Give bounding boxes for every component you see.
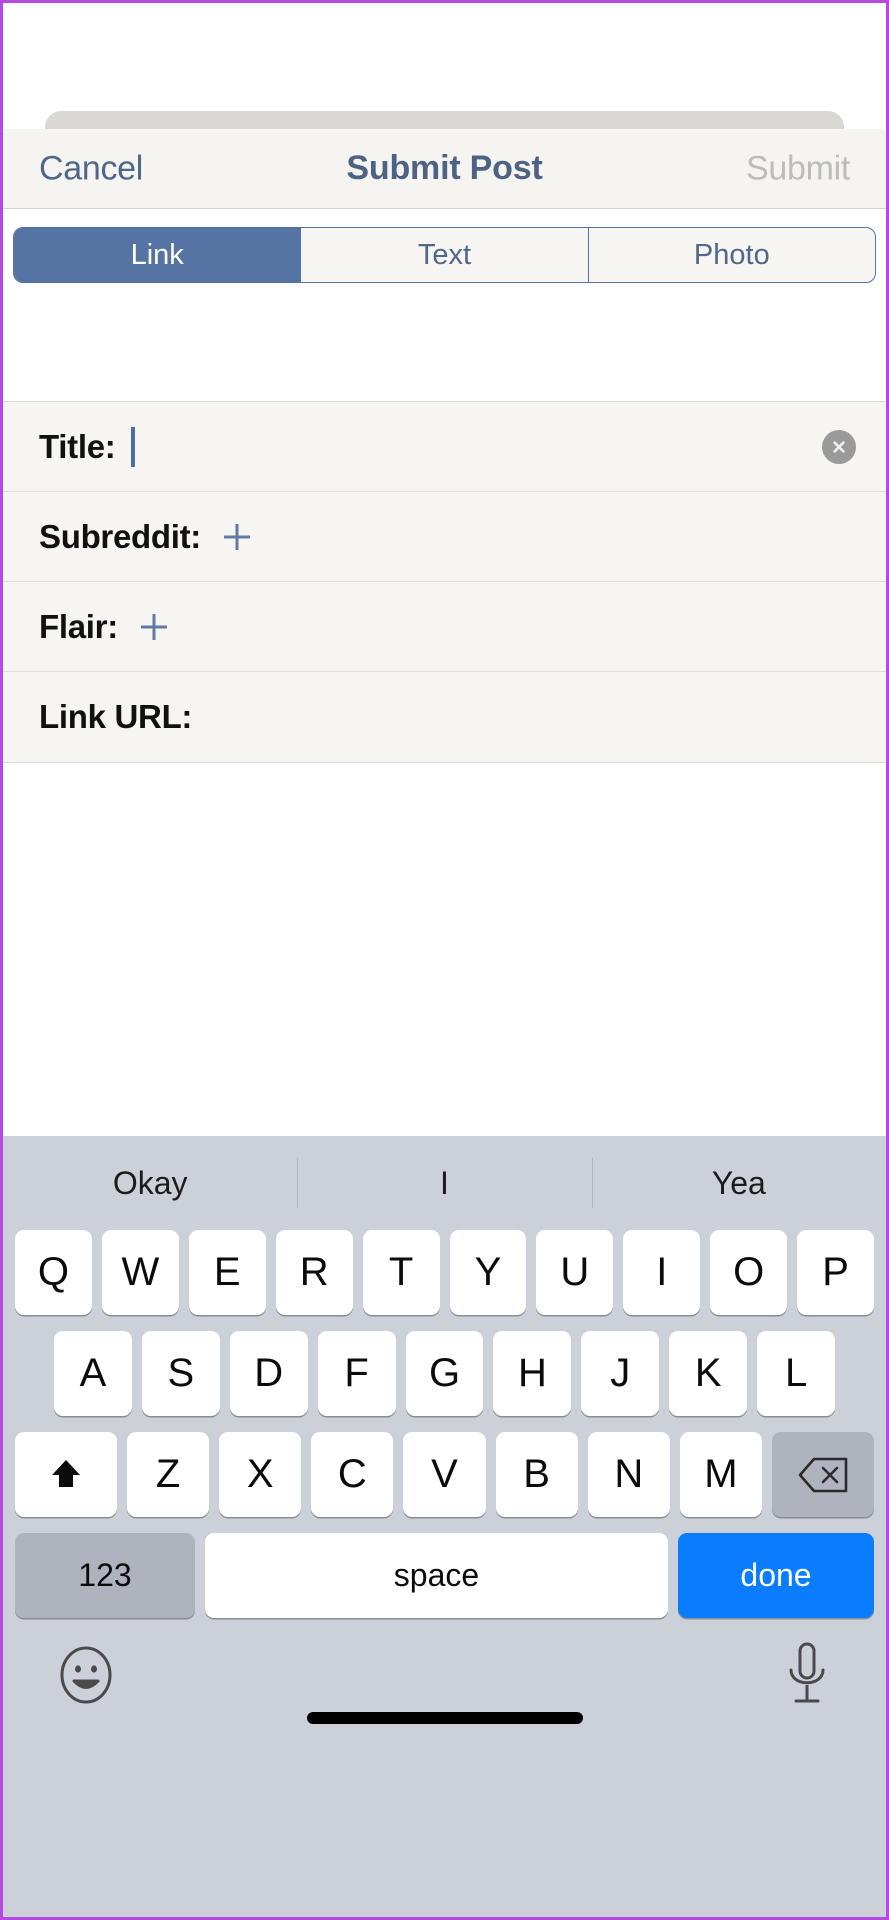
key-w[interactable]: W (101, 1230, 179, 1315)
title-field-label: Title: (39, 427, 116, 465)
post-form: Title: Subreddit: Flair: Link URL: (3, 401, 886, 763)
key-a[interactable]: A (54, 1331, 132, 1416)
flair-field-label: Flair: (39, 607, 118, 645)
key-v[interactable]: V (403, 1432, 486, 1517)
home-indicator (306, 1712, 583, 1724)
key-d[interactable]: D (229, 1331, 308, 1416)
suggestion-2[interactable]: I (297, 1165, 591, 1202)
subreddit-field-label: Subreddit: (39, 517, 201, 555)
key-y[interactable]: Y (449, 1230, 527, 1315)
emoji-smiley-icon[interactable] (55, 1644, 117, 1706)
title-field-row[interactable]: Title: (3, 402, 886, 492)
key-n[interactable]: N (587, 1432, 670, 1517)
keyboard-row-2: A S D F G H J K L (3, 1331, 886, 1416)
keyboard-row-1: Q W E R T Y U I O P (3, 1230, 886, 1315)
segment-photo[interactable]: Photo (587, 228, 875, 282)
numbers-mode-key[interactable]: 123 (15, 1533, 195, 1618)
modal-navigation-bar: Cancel Submit Post Submit (3, 129, 886, 209)
text-cursor (131, 426, 136, 467)
keyboard-row-3: Z X C V B N M (3, 1432, 886, 1517)
key-i[interactable]: I (623, 1230, 701, 1315)
key-t[interactable]: T (362, 1230, 440, 1315)
key-l[interactable]: L (757, 1331, 836, 1416)
software-keyboard: Okay I Yea Q W E R T Y U I O P A S D F G… (3, 1136, 886, 1917)
key-f[interactable]: F (317, 1331, 396, 1416)
suggestion-1[interactable]: Okay (3, 1165, 297, 1202)
key-k[interactable]: K (669, 1331, 748, 1416)
key-j[interactable]: J (581, 1331, 660, 1416)
key-u[interactable]: U (536, 1230, 614, 1315)
predictive-text-bar: Okay I Yea (3, 1136, 886, 1230)
link-url-field-label: Link URL: (39, 698, 193, 735)
suggestion-3[interactable]: Yea (592, 1165, 886, 1202)
plus-icon[interactable] (217, 517, 257, 557)
content-spacer-bottom (3, 763, 886, 975)
submit-button[interactable]: Submit (746, 149, 850, 188)
segment-link[interactable]: Link (14, 228, 301, 282)
key-q[interactable]: Q (14, 1230, 92, 1315)
key-p[interactable]: P (797, 1230, 875, 1315)
key-x[interactable]: X (219, 1432, 302, 1517)
background-app-area (3, 3, 886, 113)
plus-icon[interactable] (134, 607, 174, 647)
key-m[interactable]: M (679, 1432, 762, 1517)
content-spacer-top (3, 283, 886, 401)
key-b[interactable]: B (495, 1432, 578, 1517)
key-z[interactable]: Z (127, 1432, 210, 1517)
cancel-button[interactable]: Cancel (39, 149, 143, 188)
subreddit-field-row[interactable]: Subreddit: (3, 492, 886, 582)
key-e[interactable]: E (188, 1230, 266, 1315)
key-o[interactable]: O (710, 1230, 788, 1315)
key-c[interactable]: C (311, 1432, 394, 1517)
keyboard-bottom-bar (3, 1618, 886, 1738)
segmented-control-container: Link Text Photo (3, 209, 886, 283)
shift-arrow-icon[interactable] (15, 1432, 117, 1517)
flair-field-row[interactable]: Flair: (3, 582, 886, 672)
link-url-field-row[interactable]: Link URL: (3, 672, 886, 762)
microphone-icon[interactable] (780, 1640, 834, 1710)
key-s[interactable]: S (141, 1331, 220, 1416)
keyboard-row-4: 123 space done (3, 1533, 886, 1618)
key-g[interactable]: G (405, 1331, 484, 1416)
key-h[interactable]: H (493, 1331, 572, 1416)
backspace-icon[interactable] (771, 1432, 874, 1517)
phone-screen: Cancel Submit Post Submit Link Text Phot… (0, 0, 889, 1920)
close-circle-icon[interactable] (822, 429, 856, 464)
space-key[interactable]: space (205, 1533, 668, 1618)
segment-text[interactable]: Text (300, 228, 587, 282)
post-type-segmented-control[interactable]: Link Text Photo (13, 227, 876, 283)
key-r[interactable]: R (275, 1230, 353, 1315)
done-key[interactable]: done (678, 1533, 874, 1618)
